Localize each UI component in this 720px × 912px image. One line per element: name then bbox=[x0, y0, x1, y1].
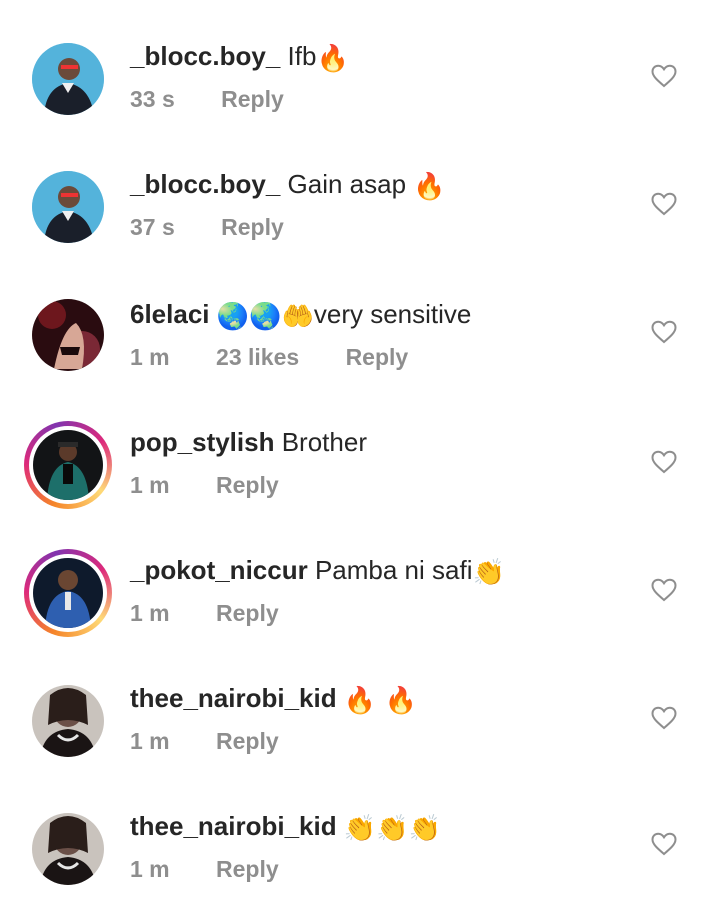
fire-emoji: 🔥 bbox=[413, 172, 446, 202]
avatar-image bbox=[33, 558, 103, 628]
avatar-image bbox=[32, 813, 104, 885]
username[interactable]: thee_nairobi_kid bbox=[130, 683, 337, 713]
heart-icon[interactable] bbox=[651, 64, 677, 88]
likes-count[interactable]: 23 likes bbox=[216, 343, 299, 371]
comment-item: _blocc.boy_ Ifb🔥 33 s Reply bbox=[0, 14, 720, 142]
heart-icon[interactable] bbox=[651, 706, 677, 730]
clapping-hands-emoji: 👏 bbox=[472, 558, 505, 588]
timestamp: 1 m bbox=[130, 856, 170, 882]
reply-button[interactable]: Reply bbox=[216, 599, 279, 627]
username[interactable]: thee_nairobi_kid bbox=[130, 811, 337, 841]
username[interactable]: pop_stylish bbox=[130, 427, 274, 457]
comment-meta: 37 s Reply bbox=[130, 213, 324, 241]
username[interactable]: _pokot_niccur bbox=[130, 555, 308, 585]
avatar[interactable] bbox=[32, 299, 104, 371]
avatar[interactable] bbox=[32, 171, 104, 243]
comment-meta: 1 m Reply bbox=[130, 855, 319, 883]
comment-meta: 1 m 23 likes Reply bbox=[130, 343, 448, 371]
reply-button[interactable]: Reply bbox=[221, 85, 284, 113]
fire-emoji: 🔥 🔥 bbox=[343, 686, 417, 716]
reply-button[interactable]: Reply bbox=[346, 343, 409, 371]
comment-line: thee_nairobi_kid 👏👏👏 bbox=[130, 811, 441, 844]
comment-text: very sensitive bbox=[313, 299, 472, 329]
timestamp: 1 m bbox=[130, 600, 170, 626]
comment-item: 6lelaci 🌏🌏🤲very sensitive 1 m 23 likes R… bbox=[0, 270, 720, 398]
comment-meta: 33 s Reply bbox=[130, 85, 324, 113]
timestamp: 37 s bbox=[130, 214, 175, 240]
username[interactable]: _blocc.boy_ bbox=[130, 41, 280, 71]
comment-meta: 1 m Reply bbox=[130, 727, 319, 755]
timestamp: 33 s bbox=[130, 86, 175, 112]
timestamp: 1 m bbox=[130, 472, 170, 498]
heart-icon[interactable] bbox=[651, 578, 677, 602]
comment-item: thee_nairobi_kid 👏👏👏 1 m Reply bbox=[0, 784, 720, 912]
comment-line: pop_stylish Brother bbox=[130, 427, 367, 457]
comment-item: _blocc.boy_ Gain asap 🔥 37 s Reply bbox=[0, 142, 720, 270]
comment-text: Gain asap bbox=[287, 169, 407, 199]
reply-button[interactable]: Reply bbox=[216, 855, 279, 883]
comment-item: thee_nairobi_kid 🔥 🔥 1 m Reply bbox=[0, 656, 720, 784]
avatar-story-ring[interactable] bbox=[24, 549, 112, 637]
avatar-image bbox=[32, 171, 104, 243]
avatar[interactable] bbox=[32, 813, 104, 885]
heart-icon[interactable] bbox=[651, 832, 677, 856]
reply-button[interactable]: Reply bbox=[216, 727, 279, 755]
avatar[interactable] bbox=[32, 43, 104, 115]
comment-line: _blocc.boy_ Ifb🔥 bbox=[130, 41, 349, 74]
clapping-hands-emoji: 👏👏👏 bbox=[343, 814, 441, 844]
globe-hands-emoji: 🌏🌏🤲 bbox=[216, 302, 314, 332]
comment-meta: 1 m Reply bbox=[130, 599, 319, 627]
timestamp: 1 m bbox=[130, 728, 170, 754]
avatar[interactable] bbox=[32, 685, 104, 757]
username[interactable]: 6lelaci bbox=[130, 299, 210, 329]
heart-icon[interactable] bbox=[651, 450, 677, 474]
avatar-image bbox=[33, 430, 103, 500]
avatar-image bbox=[32, 43, 104, 115]
reply-button[interactable]: Reply bbox=[221, 213, 284, 241]
avatar-story-ring[interactable] bbox=[24, 421, 112, 509]
reply-button[interactable]: Reply bbox=[216, 471, 279, 499]
comment-text: Brother bbox=[281, 427, 367, 457]
avatar-image bbox=[32, 299, 104, 371]
comment-line: thee_nairobi_kid 🔥 🔥 bbox=[130, 683, 417, 716]
timestamp: 1 m bbox=[130, 344, 170, 370]
comment-text: Pamba ni safi bbox=[314, 555, 473, 585]
username[interactable]: _blocc.boy_ bbox=[130, 169, 280, 199]
comment-line: _blocc.boy_ Gain asap 🔥 bbox=[130, 169, 446, 202]
comment-item: pop_stylish Brother 1 m Reply bbox=[0, 400, 720, 528]
avatar-image bbox=[32, 685, 104, 757]
comment-line: _pokot_niccur Pamba ni safi👏 bbox=[130, 555, 505, 588]
fire-emoji: 🔥 bbox=[316, 44, 349, 74]
comment-text: Ifb bbox=[287, 41, 317, 71]
heart-icon[interactable] bbox=[651, 192, 677, 216]
heart-icon[interactable] bbox=[651, 320, 677, 344]
comment-item: _pokot_niccur Pamba ni safi👏 1 m Reply bbox=[0, 528, 720, 656]
comment-line: 6lelaci 🌏🌏🤲very sensitive bbox=[130, 299, 471, 332]
comment-meta: 1 m Reply bbox=[130, 471, 319, 499]
